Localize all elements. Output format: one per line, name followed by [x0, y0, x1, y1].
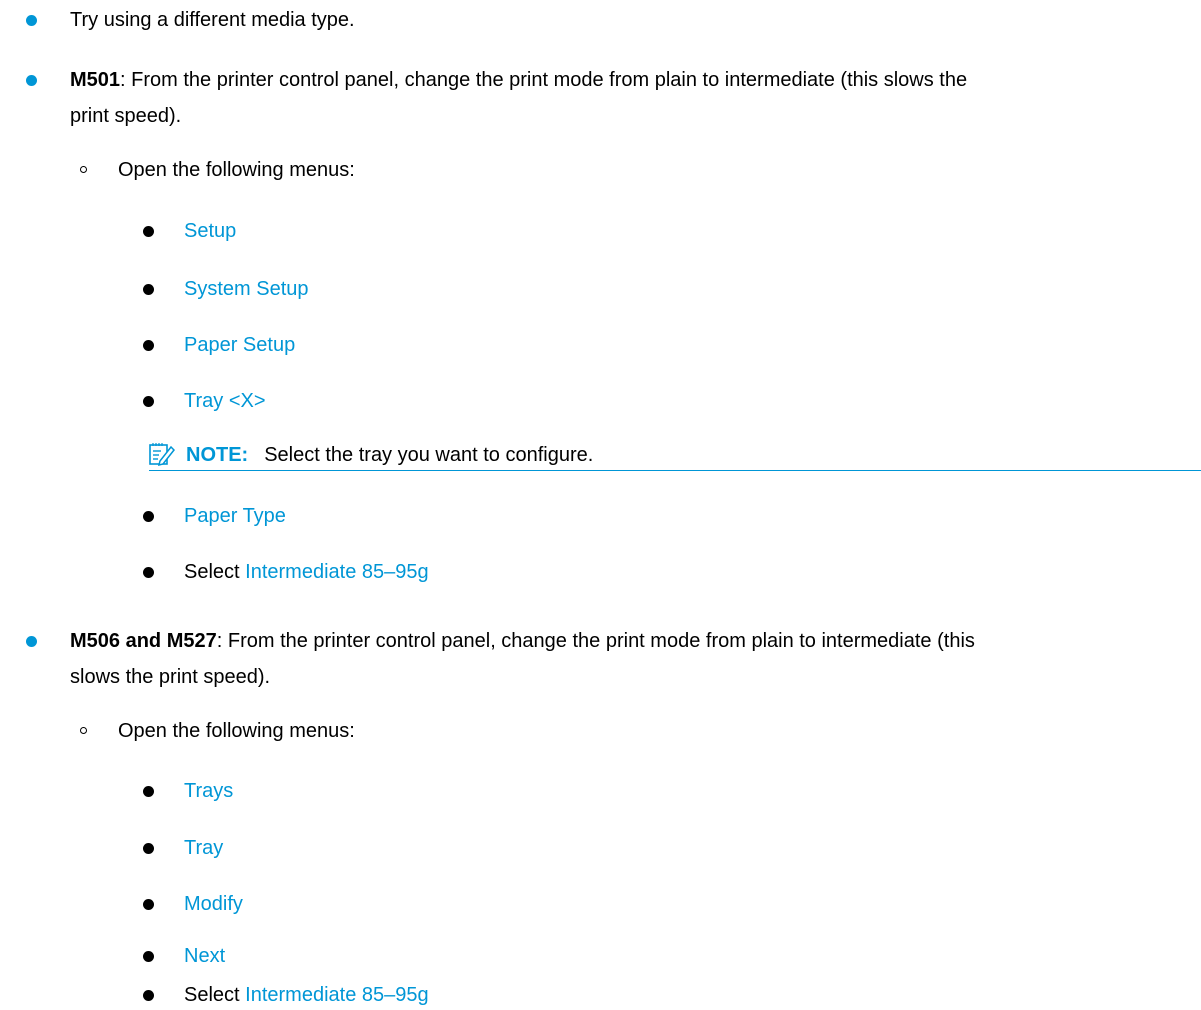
select-intermediate-link[interactable]: Intermediate 85–95g	[245, 984, 428, 1006]
m501-model: M501	[70, 69, 121, 91]
bullet-icon	[143, 899, 154, 910]
bullet-icon	[143, 340, 154, 351]
m501-text-1: : From the printer control panel, change…	[120, 69, 968, 91]
select-intermediate-link[interactable]: Intermediate 85–95g	[245, 561, 428, 583]
bullet-icon	[143, 843, 154, 854]
m506-open-menus: Open the following menus:	[118, 720, 355, 742]
note-label: NOTE:	[186, 444, 249, 466]
menu-link-paper-setup[interactable]: Paper Setup	[184, 330, 295, 360]
m501-select-row: Select Intermediate 85–95g	[184, 557, 429, 587]
m501-open-menus: Open the following menus:	[118, 159, 355, 181]
bullet-icon	[143, 284, 154, 295]
bullet-icon	[26, 75, 37, 86]
menu-link-tray[interactable]: Tray	[184, 833, 223, 863]
menu-link-tray-x[interactable]: Tray <X>	[184, 386, 266, 416]
bullet-icon	[143, 567, 154, 578]
select-prefix: Select	[184, 561, 240, 583]
menu-link-next[interactable]: Next	[184, 941, 225, 971]
bullet-icon	[143, 990, 154, 1001]
note-pencil-icon	[149, 443, 175, 466]
bullet-icon	[143, 951, 154, 962]
bullet-icon	[143, 396, 154, 407]
sub-bullet-icon	[80, 166, 87, 173]
m506-model: M506 and M527	[70, 630, 217, 652]
note-divider	[149, 470, 1201, 471]
bullet-icon	[143, 786, 154, 797]
m506-text-1: : From the printer control panel, change…	[216, 630, 975, 652]
m506-line-1: M506 and M527: From the printer control …	[70, 626, 975, 656]
sub-bullet-icon	[80, 727, 87, 734]
m501-line-1: M501: From the printer control panel, ch…	[70, 65, 967, 95]
bullet-icon	[143, 511, 154, 522]
select-prefix: Select	[184, 984, 240, 1006]
media-type-tip: Try using a different media type.	[70, 9, 355, 31]
m506-text-2: slows the print speed).	[70, 666, 271, 688]
m501-text-2: print speed).	[70, 105, 182, 127]
bullet-icon	[26, 15, 37, 26]
menu-link-paper-type[interactable]: Paper Type	[184, 501, 286, 531]
menu-link-system-setup[interactable]: System Setup	[184, 274, 309, 304]
bullet-icon	[26, 636, 37, 647]
bullet-icon	[143, 226, 154, 237]
menu-link-modify[interactable]: Modify	[184, 889, 243, 919]
note-text-row: NOTE: Select the tray you want to configu…	[186, 440, 593, 470]
menu-link-setup[interactable]: Setup	[184, 216, 236, 246]
note-text: Select the tray you want to configure.	[264, 444, 594, 466]
m506-select-row: Select Intermediate 85–95g	[184, 980, 429, 1010]
menu-link-trays[interactable]: Trays	[184, 776, 233, 806]
